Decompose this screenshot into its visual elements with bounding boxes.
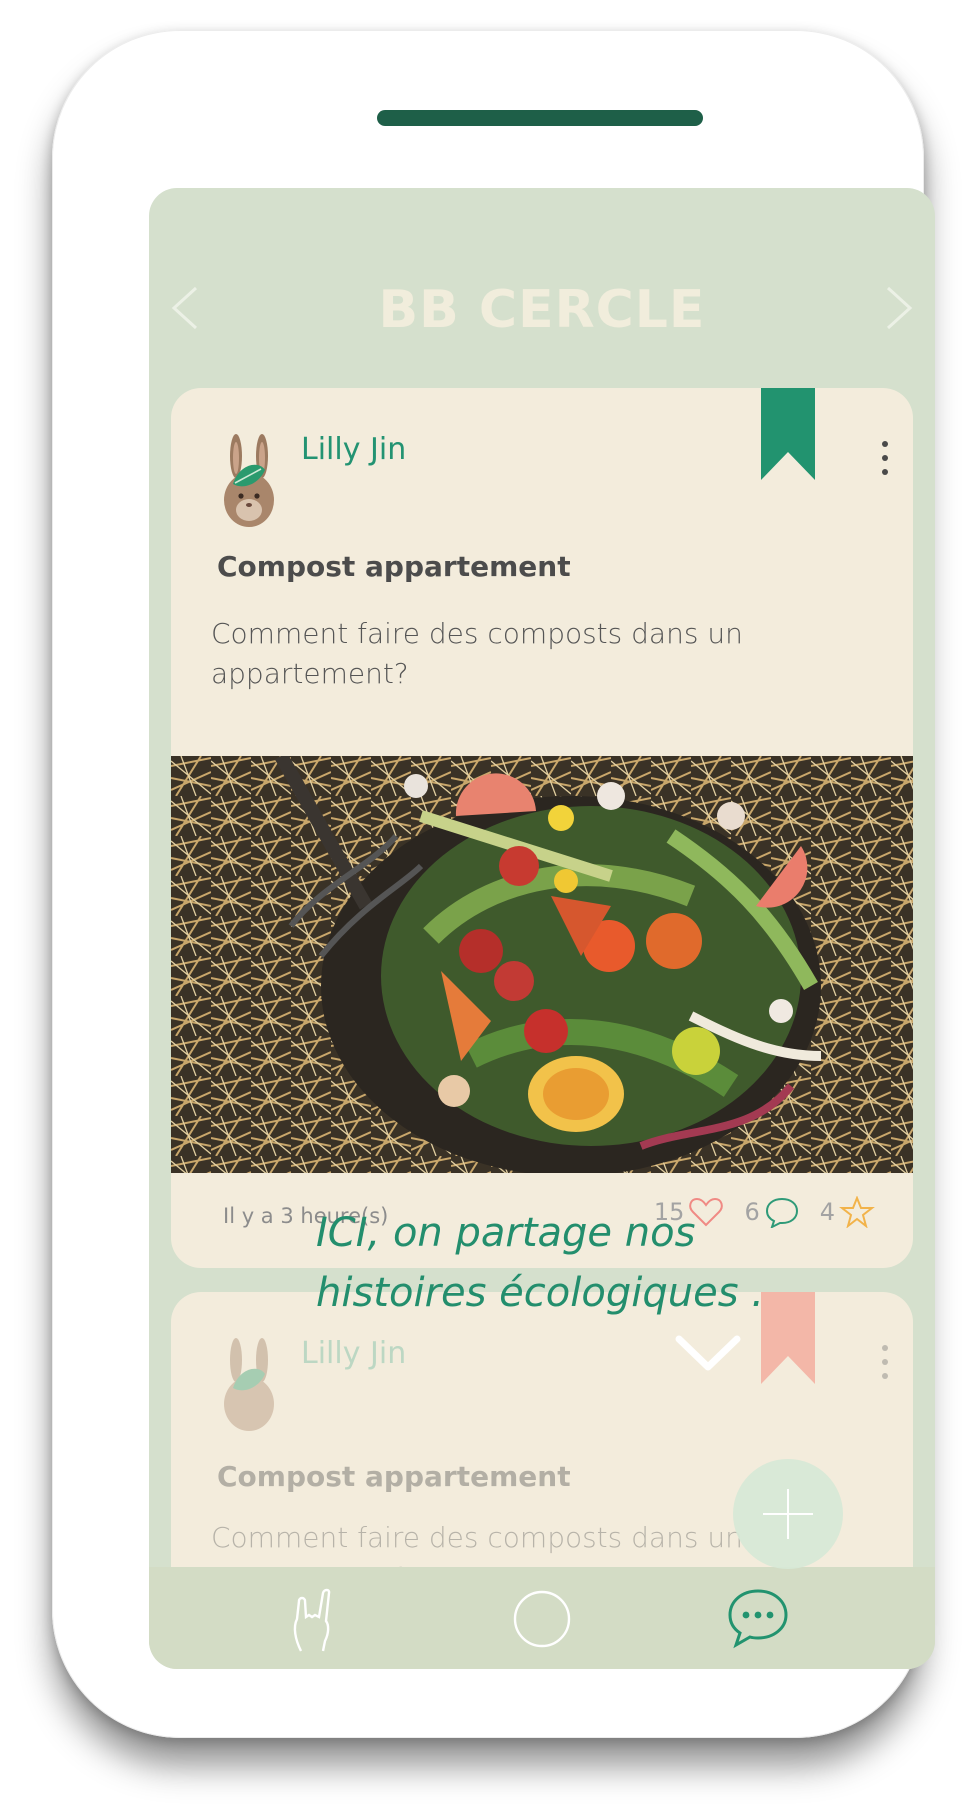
slogan-line-1: ICI, on partage nos (316, 1210, 696, 1256)
bottom-tab-bar (149, 1567, 935, 1669)
app-screen: BB CERCLE Lilly Jin Compost appartement … (149, 188, 935, 1669)
post-title: Compost appartement (217, 1460, 571, 1493)
more-options-icon[interactable] (877, 1342, 893, 1382)
chat-bubble-icon[interactable] (718, 1579, 798, 1659)
bookmark-icon[interactable] (761, 388, 815, 480)
plus-icon (763, 1489, 813, 1539)
phone-frame: BB CERCLE Lilly Jin Compost appartement … (52, 30, 935, 1738)
add-post-button[interactable] (733, 1459, 843, 1569)
star-icon[interactable] (839, 1196, 875, 1228)
favorites-count: 4 (819, 1198, 835, 1226)
rabbit-avatar (224, 434, 274, 527)
post-card[interactable]: Lilly Jin Compost appartement Comment fa… (171, 388, 913, 1268)
app-title: BB CERCLE (378, 280, 706, 340)
post-title: Compost appartement (217, 550, 571, 583)
slogan-text: ICI, on partage nos histoires écologique… (316, 1203, 786, 1323)
chevron-right-icon[interactable] (879, 284, 919, 344)
rock-hand-icon[interactable] (279, 1579, 359, 1659)
slogan-line-2: histoires écologiques . (316, 1270, 764, 1316)
circle-icon[interactable] (502, 1579, 582, 1659)
phone-speaker (377, 110, 703, 126)
favorites-stat[interactable]: 4 (820, 1196, 875, 1228)
chevron-down-icon[interactable] (675, 1333, 741, 1375)
post-author[interactable]: Lilly Jin (301, 432, 406, 467)
more-options-icon[interactable] (877, 438, 893, 478)
rabbit-avatar (224, 1338, 274, 1431)
post-author[interactable]: Lilly Jin (301, 1336, 406, 1371)
compost-photo (171, 756, 913, 1173)
post-body: Comment faire des composts dans un appar… (211, 617, 743, 690)
